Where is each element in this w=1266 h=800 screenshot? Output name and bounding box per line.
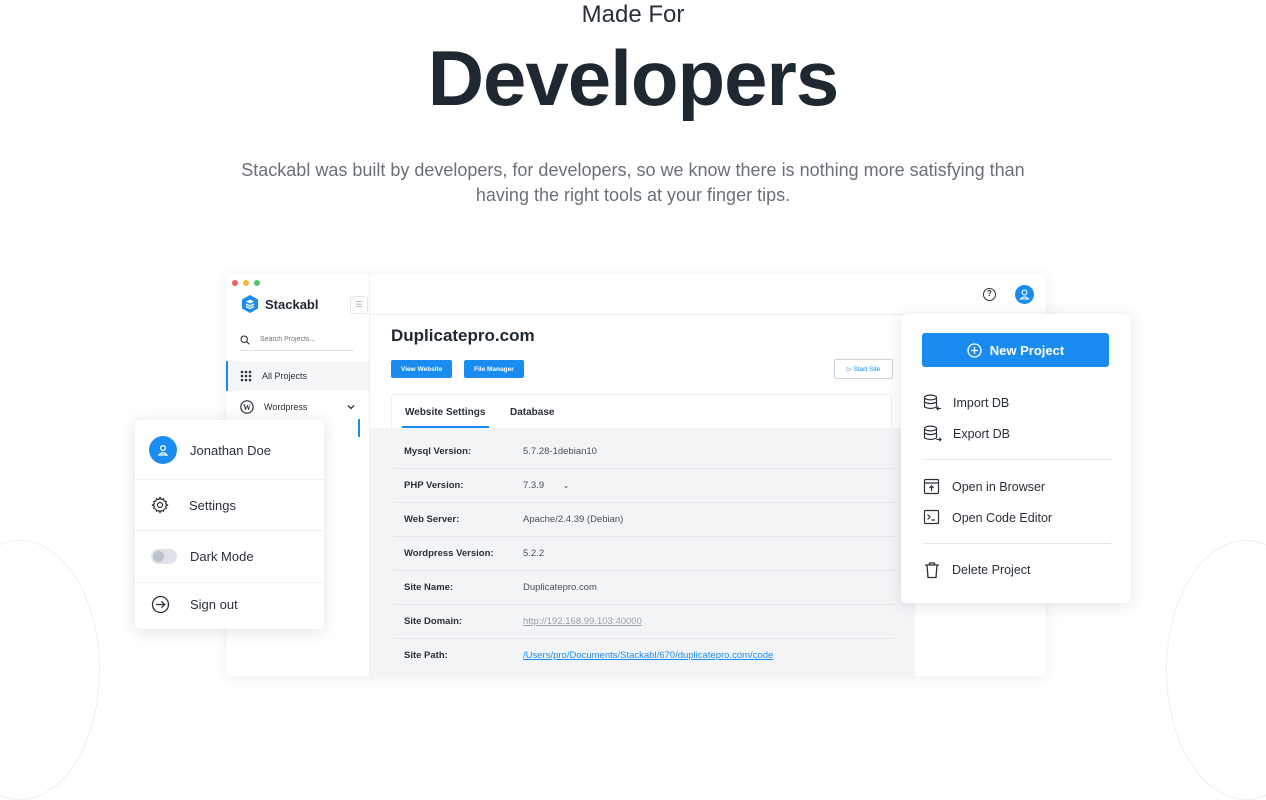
user-icon <box>157 444 169 456</box>
tab-website-settings[interactable]: Website Settings <box>405 407 485 418</box>
dark-mode-row: Dark Mode <box>135 540 324 572</box>
settings-row-php: PHP Version: 7.3.9 ⌄ <box>394 469 894 503</box>
settings-row-site-domain: Site Domain: http://192.168.99.103:40000 <box>394 605 894 639</box>
user-name: Jonathan Doe <box>190 442 271 458</box>
project-title: Duplicatepro.com <box>391 326 535 345</box>
chevron-down-icon: ⌄ <box>562 481 570 490</box>
divider <box>135 530 324 531</box>
terminal-icon <box>923 509 940 525</box>
site-path-link[interactable]: /Users/pro/Documents/Stackabl/670/duplic… <box>523 650 773 661</box>
search-icon <box>240 334 250 345</box>
user-avatar <box>149 436 177 464</box>
topbar: ? <box>370 274 1046 315</box>
hero-title: Developers <box>427 34 840 122</box>
divider <box>135 582 324 583</box>
database-export-icon <box>923 425 942 442</box>
import-db-label: Import DB <box>953 395 1010 410</box>
settings-row-site-path: Site Path: /Users/pro/Documents/Stackabl… <box>394 639 894 673</box>
setting-value: Apache/2.4.39 (Debian) <box>523 514 624 525</box>
logo-text: Stackabl <box>265 296 319 312</box>
help-icon[interactable]: ? <box>983 288 996 301</box>
user-avatar-icon[interactable] <box>1015 285 1034 304</box>
settings-row-mysql: Mysql Version: 5.7.28-1debian10 <box>394 435 894 469</box>
new-project-button[interactable]: New Project <box>922 333 1109 367</box>
import-db-item[interactable]: Import DB <box>923 394 1009 411</box>
php-version-select[interactable]: 7.3.9 ⌄ <box>523 480 569 491</box>
user-profile[interactable]: Jonathan Doe <box>135 435 324 465</box>
start-site-button[interactable]: ▷ Start Site <box>834 359 893 379</box>
gear-icon <box>151 496 169 514</box>
stackabl-logo-icon <box>242 295 258 313</box>
sign-out-icon <box>151 595 170 613</box>
settings-panel: Mysql Version: 5.7.28-1debian10 PHP Vers… <box>370 428 915 676</box>
database-import-icon <box>923 394 941 411</box>
trash-icon <box>925 562 939 579</box>
setting-value: 5.2.2 <box>523 548 545 559</box>
settings-menu-item[interactable]: Settings <box>135 490 324 520</box>
setting-label: Wordpress Version: <box>404 548 494 559</box>
export-db-item[interactable]: Export DB <box>923 425 1010 442</box>
setting-label: Mysql Version: <box>404 446 472 457</box>
setting-value: Duplicatepro.com <box>523 582 597 593</box>
delete-project-item[interactable]: Delete Project <box>923 561 1031 579</box>
tab-bar: Website Settings Database <box>391 394 892 428</box>
setting-label: Site Name: <box>404 582 454 593</box>
project-actions-menu: New Project Import DB Export DB Open in … <box>901 314 1131 603</box>
divider <box>923 543 1111 544</box>
hero-kicker: Made For <box>581 1 685 28</box>
background-curve-left <box>0 540 100 800</box>
settings-row-webserver: Web Server: Apache/2.4.39 (Debian) <box>394 503 894 537</box>
sidebar-item-wordpress[interactable]: W Wordpress <box>226 397 369 417</box>
divider <box>923 459 1111 460</box>
dark-mode-toggle[interactable] <box>151 548 177 564</box>
open-browser-label: Open in Browser <box>952 479 1046 494</box>
sidebar-item-all-projects[interactable]: All Projects <box>226 361 369 391</box>
sidebar-item-label: Wordpress <box>264 402 308 412</box>
start-site-label: Start Site <box>853 366 881 373</box>
tab-database[interactable]: Database <box>510 407 554 418</box>
dark-mode-label: Dark Mode <box>190 548 254 564</box>
plus-circle-icon <box>967 342 982 358</box>
search-bar <box>240 329 354 351</box>
wordpress-icon: W <box>240 400 254 414</box>
setting-label: Site Path: <box>404 650 448 661</box>
browser-icon <box>923 478 940 495</box>
settings-row-site-name: Site Name: Duplicatepro.com <box>394 571 894 605</box>
view-website-button[interactable]: View Website <box>391 360 453 378</box>
file-manager-button[interactable]: File Manager <box>464 360 524 378</box>
setting-label: Site Domain: <box>404 616 463 627</box>
open-editor-item[interactable]: Open Code Editor <box>923 509 1052 526</box>
new-project-label: New Project <box>989 342 1065 358</box>
hero-subtitle: Stackabl was built by developers, for de… <box>241 160 1025 205</box>
settings-label: Settings <box>189 497 236 513</box>
sign-out-menu-item[interactable]: Sign out <box>135 588 324 620</box>
open-browser-item[interactable]: Open in Browser <box>923 478 1045 495</box>
grid-icon <box>240 370 252 382</box>
export-db-label: Export DB <box>953 426 1010 441</box>
chevron-down-icon[interactable] <box>347 403 355 411</box>
svg-text:W: W <box>243 403 251 412</box>
open-editor-label: Open Code Editor <box>952 510 1053 525</box>
background-curve-right <box>1166 540 1266 800</box>
sidebar-item-label: All Projects <box>262 371 308 381</box>
setting-label: Web Server: <box>404 514 460 525</box>
user-menu: Jonathan Doe Settings Dark Mode Sign out <box>135 420 324 629</box>
settings-row-wordpress: Wordpress Version: 5.2.2 <box>394 537 894 571</box>
search-input[interactable] <box>260 336 350 343</box>
play-icon: ▷ <box>846 366 854 373</box>
setting-value: 7.3.9 <box>523 480 545 491</box>
logo: Stackabl <box>240 294 318 314</box>
sign-out-label: Sign out <box>190 596 238 612</box>
divider <box>135 479 324 480</box>
collapse-sidebar-button[interactable]: ☰ <box>350 296 368 314</box>
setting-value: 5.7.28-1debian10 <box>523 446 597 457</box>
setting-label: PHP Version: <box>404 480 464 491</box>
delete-project-label: Delete Project <box>952 563 1031 577</box>
site-domain-link[interactable]: http://192.168.99.103:40000 <box>523 616 642 627</box>
